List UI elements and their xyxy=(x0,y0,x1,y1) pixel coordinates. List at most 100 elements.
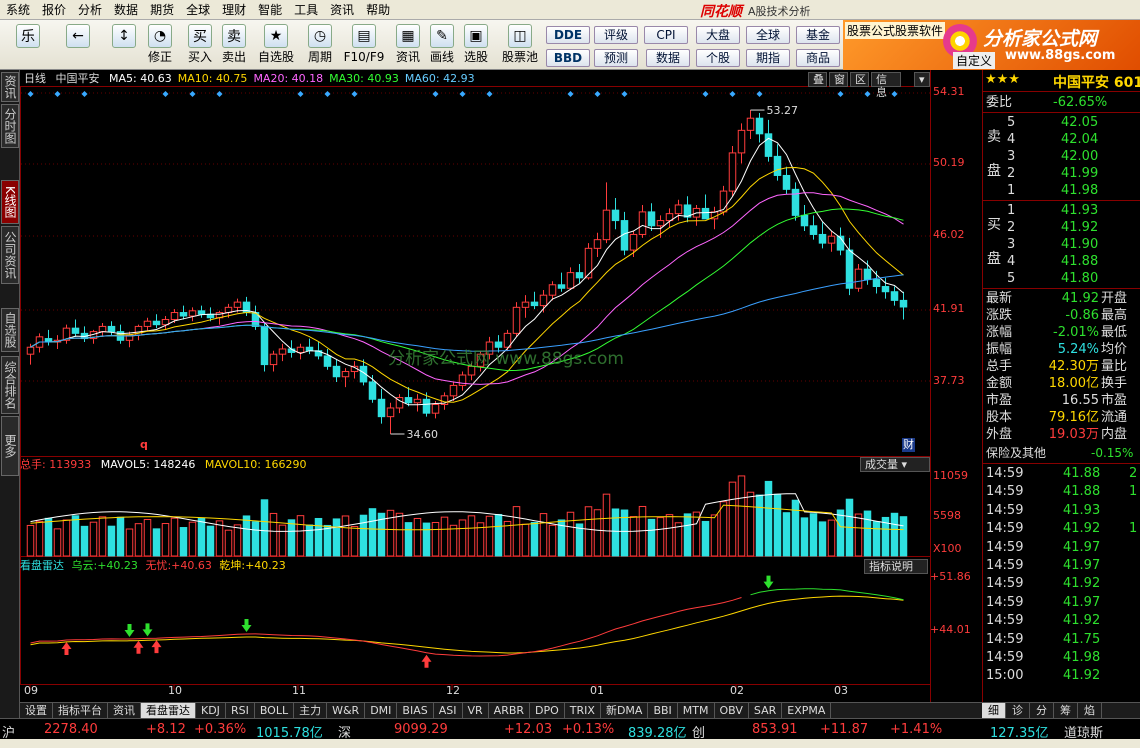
indicator-tab-8[interactable]: W&R xyxy=(327,703,366,718)
indicator-tab-2[interactable]: 资讯 xyxy=(108,703,141,718)
menu-item-2[interactable]: 分析 xyxy=(72,0,108,20)
volume-bar-96 xyxy=(890,512,899,557)
toolbar-small-11[interactable]: 商品 xyxy=(796,49,840,67)
indicator-tab-9[interactable]: DMI xyxy=(365,703,398,718)
menu-item-1[interactable]: 报价 xyxy=(36,0,72,20)
indicator-tab-7[interactable]: 主力 xyxy=(294,703,328,718)
toolbar-small-7[interactable]: 个股 xyxy=(696,49,740,67)
menu-item-9[interactable]: 资讯 xyxy=(324,0,360,20)
indicator-tab-15[interactable]: TRIX xyxy=(565,703,601,718)
quote-tab-3[interactable]: 筹 xyxy=(1054,703,1078,718)
buy-level-3[interactable]: 4 41.88 xyxy=(983,253,1140,270)
finance-mark[interactable]: 财 xyxy=(902,438,915,452)
indicator-help-button[interactable]: 指标说明 xyxy=(864,559,928,574)
indicator-tab-3[interactable]: 看盘雷达 xyxy=(141,703,196,718)
toolbar-button-5[interactable]: 卖卖出 xyxy=(214,20,254,64)
toolbar-button-12[interactable]: ◫ 股票池 xyxy=(500,20,540,64)
wuyun-key: 乌云 xyxy=(71,559,94,572)
indicator-tab-4[interactable]: KDJ xyxy=(196,703,226,718)
left-tab-3[interactable]: 公司资讯 xyxy=(1,226,19,284)
toolbar-small-9[interactable]: 期指 xyxy=(746,49,790,67)
buy-level-4[interactable]: 5 41.80 xyxy=(983,270,1140,287)
chart-btn-0[interactable]: 叠 xyxy=(808,72,827,87)
indicator-tab-13[interactable]: ARBR xyxy=(489,703,531,718)
indicator-tab-21[interactable]: EXPMA xyxy=(782,703,832,718)
left-tab-1[interactable]: 分时图 xyxy=(1,104,19,148)
toolbar-button-7[interactable]: ◷ 周期 xyxy=(300,20,340,64)
buy-level-price: 41.88 xyxy=(1061,254,1099,269)
toolbar-small-8[interactable]: 全球 xyxy=(746,26,790,44)
indicator-tab-18[interactable]: MTM xyxy=(678,703,715,718)
indicator-tab-12[interactable]: VR xyxy=(463,703,489,718)
chart-btn-3[interactable]: 信息 xyxy=(871,72,901,99)
stat-row-2: 涨幅 -2.01% 最低 xyxy=(983,324,1140,341)
chart-btn-1[interactable]: 窗 xyxy=(829,72,848,87)
toolbar-button-2[interactable]: ↕ xyxy=(104,20,144,50)
toolbar-small-0[interactable]: DDE xyxy=(546,26,590,44)
toolbar-button-1[interactable]: ← xyxy=(58,20,98,50)
chart-btn-2[interactable]: 区 xyxy=(850,72,869,87)
toolbar-button-6[interactable]: ★ 自选股 xyxy=(256,20,296,64)
menu-item-4[interactable]: 期货 xyxy=(144,0,180,20)
menu-item-6[interactable]: 理财 xyxy=(216,0,252,20)
candle-body-65 xyxy=(611,209,620,222)
toolbar-button-11[interactable]: ▣ 选股 xyxy=(456,20,496,64)
buy-level-2[interactable]: 3 41.90 xyxy=(983,236,1140,253)
toolbar-small-1[interactable]: BBD xyxy=(546,49,590,67)
menu-item-3[interactable]: 数据 xyxy=(108,0,144,20)
indicator-tab-19[interactable]: OBV xyxy=(715,703,749,718)
left-tab-5[interactable]: 综合排名 xyxy=(1,356,19,414)
indicator-tab-20[interactable]: SAR xyxy=(749,703,783,718)
toolbar-small-3[interactable]: 预测 xyxy=(594,49,638,67)
left-tab-2[interactable]: K线图 xyxy=(1,180,19,224)
sep-4 xyxy=(983,463,1140,464)
left-tab-4[interactable]: 自选股 xyxy=(1,308,19,352)
quote-tab-1[interactable]: 诊 xyxy=(1006,703,1030,718)
toolbar-icon-6: ★ xyxy=(264,24,288,48)
left-tab-6[interactable]: 更多 xyxy=(1,416,19,476)
advert-banner[interactable]: 股票公式股票软件 分析家公式网 www.88gs.com 自定义 xyxy=(843,20,1140,70)
indicator-tab-17[interactable]: BBI xyxy=(648,703,678,718)
toolbar-button-8[interactable]: ▤ F10/F9 xyxy=(344,20,384,64)
indicator-tab-1[interactable]: 指标平台 xyxy=(53,703,108,718)
brand: 同花顺 A股技术分析 xyxy=(700,1,811,21)
toolbar-small-2[interactable]: 评级 xyxy=(594,26,638,44)
custom-button[interactable]: 自定义 xyxy=(953,52,996,69)
toolbar-small-5[interactable]: 数据 xyxy=(646,49,690,67)
quote-tab-4[interactable]: 焰 xyxy=(1078,703,1102,718)
indicator-tab-16[interactable]: 新DMA xyxy=(601,703,649,718)
sell-level-0[interactable]: 5 42.05 xyxy=(983,114,1140,131)
chart-canvas[interactable]: 53.27 34.60 xyxy=(20,70,982,718)
indicator-tab-5[interactable]: RSI xyxy=(226,703,255,718)
kline-chart[interactable]: 53.27 34.60 日线 中国平安 MA5: 40.63 MA10: 40.75… xyxy=(20,70,982,718)
toolbar-button-0[interactable]: 乐 xyxy=(8,20,48,50)
buy-level-0[interactable]: 1 41.93 xyxy=(983,202,1140,219)
indicator-tab-10[interactable]: BIAS xyxy=(397,703,434,718)
toolbar-small-4[interactable]: CPI xyxy=(644,26,688,44)
quote-tab-2[interactable]: 分 xyxy=(1030,703,1054,718)
menu-item-8[interactable]: 工具 xyxy=(288,0,324,20)
indicator-tab-11[interactable]: ASI xyxy=(434,703,463,718)
sell-level-3[interactable]: 2 41.99 xyxy=(983,165,1140,182)
stat-row-7: 股本 79.16亿 流通 xyxy=(983,409,1140,426)
volume-dropdown[interactable]: 成交量 ▾ xyxy=(860,457,930,472)
toolbar-button-3[interactable]: ◔ 修正 xyxy=(140,20,180,64)
menu-item-5[interactable]: 全球 xyxy=(180,0,216,20)
left-tab-0[interactable]: 资讯 xyxy=(1,72,19,102)
menu-item-10[interactable]: 帮助 xyxy=(360,0,396,20)
indicator-tab-0[interactable]: 设置 xyxy=(20,703,53,718)
indicator-tab-6[interactable]: BOLL xyxy=(255,703,295,718)
tick-price: 41.75 xyxy=(1063,631,1101,647)
indicator-tab-14[interactable]: DPO xyxy=(530,703,565,718)
sell-level-1[interactable]: 4 42.04 xyxy=(983,131,1140,148)
sell-level-4[interactable]: 1 41.98 xyxy=(983,182,1140,199)
menu-item-7[interactable]: 智能 xyxy=(252,0,288,20)
sector-row[interactable]: 保险及其他 -0.15% xyxy=(983,445,1140,462)
sell-level-2[interactable]: 3 42.00 xyxy=(983,148,1140,165)
toolbar-small-6[interactable]: 大盘 xyxy=(696,26,740,44)
toolbar-small-10[interactable]: 基金 xyxy=(796,26,840,44)
chart-menu-button[interactable]: ▾ xyxy=(914,72,930,87)
quote-tab-0[interactable]: 细 xyxy=(982,703,1006,718)
buy-level-1[interactable]: 2 41.92 xyxy=(983,219,1140,236)
menu-item-0[interactable]: 系统 xyxy=(0,0,36,20)
